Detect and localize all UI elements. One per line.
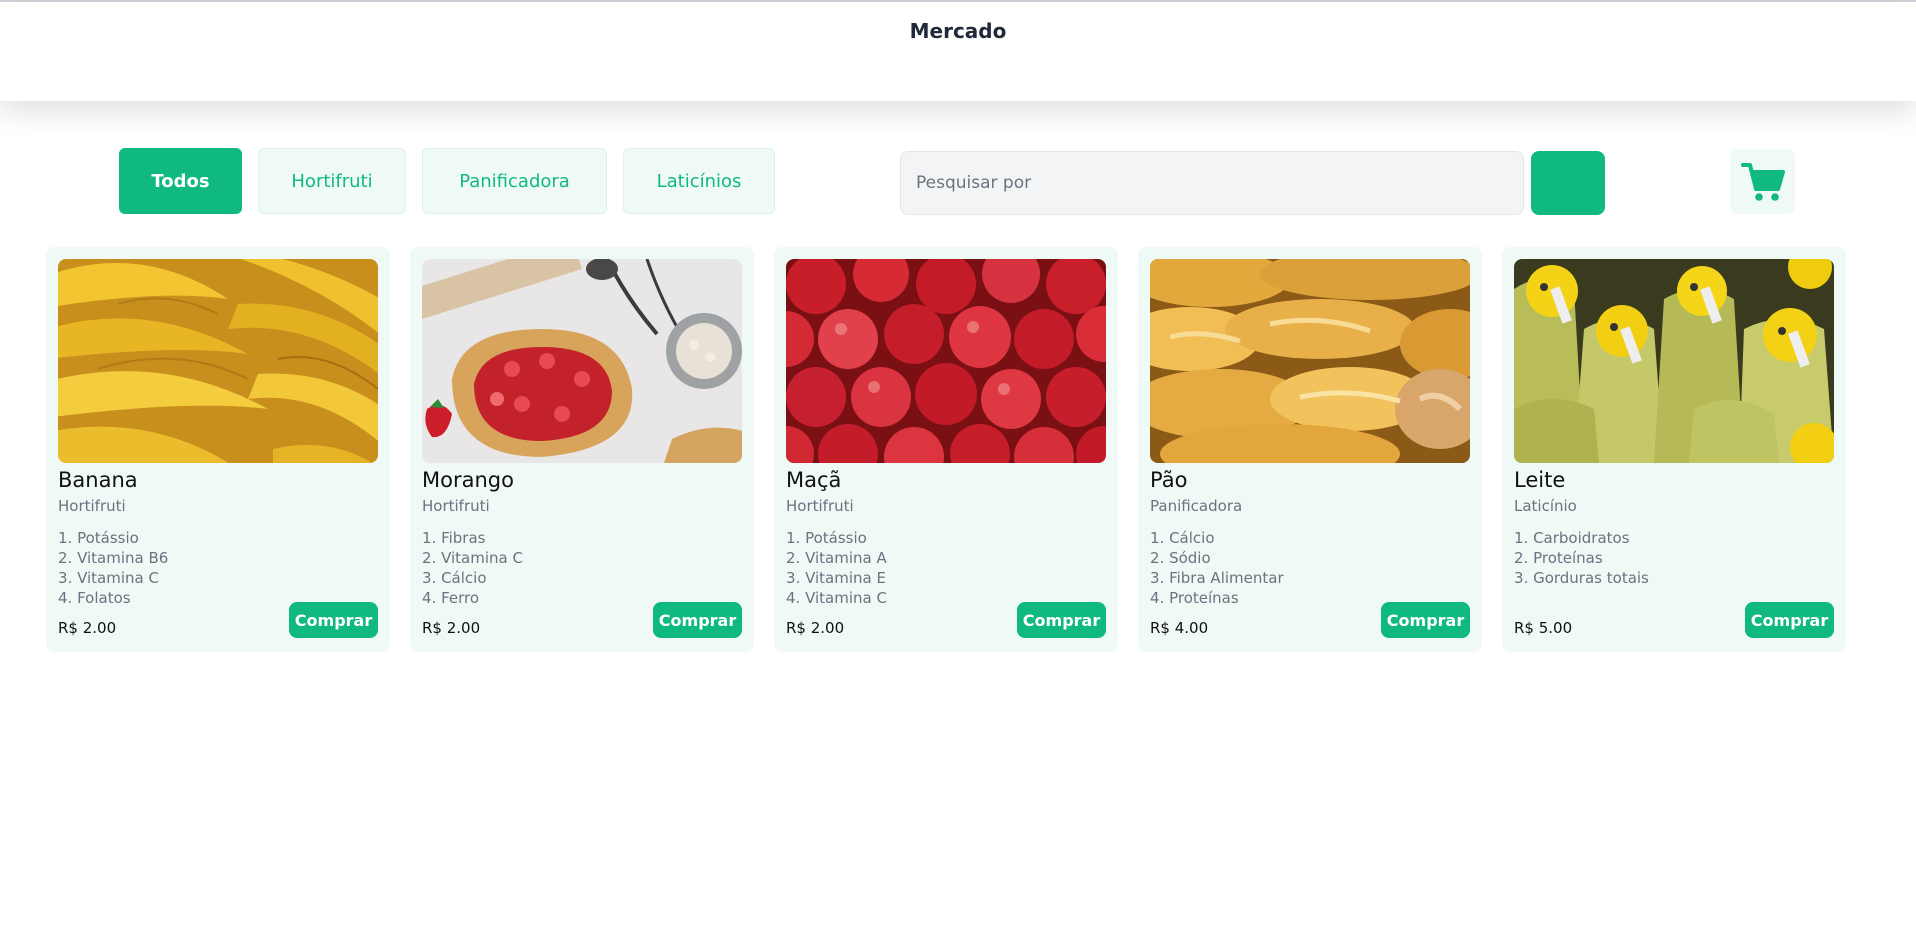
nutrient-item: 1. Potássio: [58, 529, 139, 547]
product-category: Hortifruti: [422, 497, 490, 515]
product-card: Leite Laticínio 1. Carboidratos 2. Prote…: [1502, 247, 1846, 652]
nutrient-item: 3. Fibra Alimentar: [1150, 569, 1284, 587]
product-price: R$ 2.00: [58, 619, 117, 637]
product-card: Pão Panificadora 1. Cálcio 2. Sódio 3. F…: [1138, 247, 1482, 652]
product-price: R$ 4.00: [1150, 619, 1209, 637]
nutrient-item: 2. Vitamina B6: [58, 549, 169, 567]
nutrient-item: 1. Carboidratos: [1514, 529, 1630, 547]
nutrient-item: 3. Gorduras totais: [1514, 569, 1649, 587]
nutrient-list: 1. Potássio 2. Vitamina A 3. Vitamina E …: [786, 528, 887, 608]
nutrient-list: 1. Fibras 2. Vitamina C 3. Cálcio 4. Fer…: [422, 528, 523, 608]
product-card: Morango Hortifruti 1. Fibras 2. Vitamina…: [410, 247, 754, 652]
product-name: Leite: [1514, 468, 1566, 492]
category-filters: Todos Hortifruti Panificadora Laticínios: [119, 148, 791, 214]
nutrient-item: 4. Folatos: [58, 589, 131, 607]
app-header: Mercado: [0, 2, 1916, 101]
product-category: Hortifruti: [58, 497, 126, 515]
filter-laticinios-button[interactable]: Laticínios: [623, 148, 775, 214]
product-name: Pão: [1150, 468, 1188, 492]
nutrient-item: 3. Vitamina C: [58, 569, 159, 587]
nutrient-item: 1. Cálcio: [1150, 529, 1215, 547]
nutrient-item: 2. Vitamina A: [786, 549, 887, 567]
banana-image: [58, 259, 378, 463]
nutrient-item: 1. Potássio: [786, 529, 867, 547]
product-price: R$ 2.00: [422, 619, 481, 637]
app-title: Mercado: [909, 19, 1007, 43]
product-card: Maçã Hortifruti 1. Potássio 2. Vitamina …: [774, 247, 1118, 652]
nutrient-list: 1. Potássio 2. Vitamina B6 3. Vitamina C…: [58, 528, 168, 608]
nutrient-item: 4. Vitamina C: [786, 589, 887, 607]
nutrient-item: 2. Sódio: [1150, 549, 1211, 567]
search-button[interactable]: [1531, 151, 1605, 215]
milk-bottles-image: [1514, 259, 1834, 463]
product-price: R$ 2.00: [786, 619, 845, 637]
search-input[interactable]: [900, 151, 1524, 215]
buy-button[interactable]: Comprar: [289, 602, 378, 638]
product-card: Banana Hortifruti 1. Potássio 2. Vitamin…: [46, 247, 390, 652]
product-grid: Banana Hortifruti 1. Potássio 2. Vitamin…: [46, 247, 1866, 652]
buy-button[interactable]: Comprar: [1381, 602, 1470, 638]
buy-button[interactable]: Comprar: [653, 602, 742, 638]
nutrient-list: 1. Carboidratos 2. Proteínas 3. Gorduras…: [1514, 528, 1649, 588]
bread-image: [1150, 259, 1470, 463]
product-price: R$ 5.00: [1514, 619, 1573, 637]
product-name: Morango: [422, 468, 514, 492]
filter-todos-button[interactable]: Todos: [119, 148, 242, 214]
product-name: Banana: [58, 468, 138, 492]
nutrient-item: 2. Proteínas: [1514, 549, 1603, 567]
nutrient-item: 3. Cálcio: [422, 569, 487, 587]
nutrient-item: 2. Vitamina C: [422, 549, 523, 567]
nutrient-item: 1. Fibras: [422, 529, 486, 547]
product-category: Hortifruti: [786, 497, 854, 515]
filter-hortifruti-button[interactable]: Hortifruti: [258, 148, 406, 214]
nutrient-list: 1. Cálcio 2. Sódio 3. Fibra Alimentar 4.…: [1150, 528, 1284, 608]
cart-button[interactable]: [1730, 149, 1795, 214]
nutrient-item: 4. Proteínas: [1150, 589, 1239, 607]
shopping-cart-icon: [1740, 162, 1785, 201]
nutrient-item: 4. Ferro: [422, 589, 480, 607]
product-category: Laticínio: [1514, 497, 1577, 515]
product-category: Panificadora: [1150, 497, 1243, 515]
strawberry-tart-image: [422, 259, 742, 463]
buy-button[interactable]: Comprar: [1017, 602, 1106, 638]
filter-panificadora-button[interactable]: Panificadora: [422, 148, 607, 214]
apples-image: [786, 259, 1106, 463]
buy-button[interactable]: Comprar: [1745, 602, 1834, 638]
nutrient-item: 3. Vitamina E: [786, 569, 886, 587]
product-name: Maçã: [786, 468, 842, 492]
